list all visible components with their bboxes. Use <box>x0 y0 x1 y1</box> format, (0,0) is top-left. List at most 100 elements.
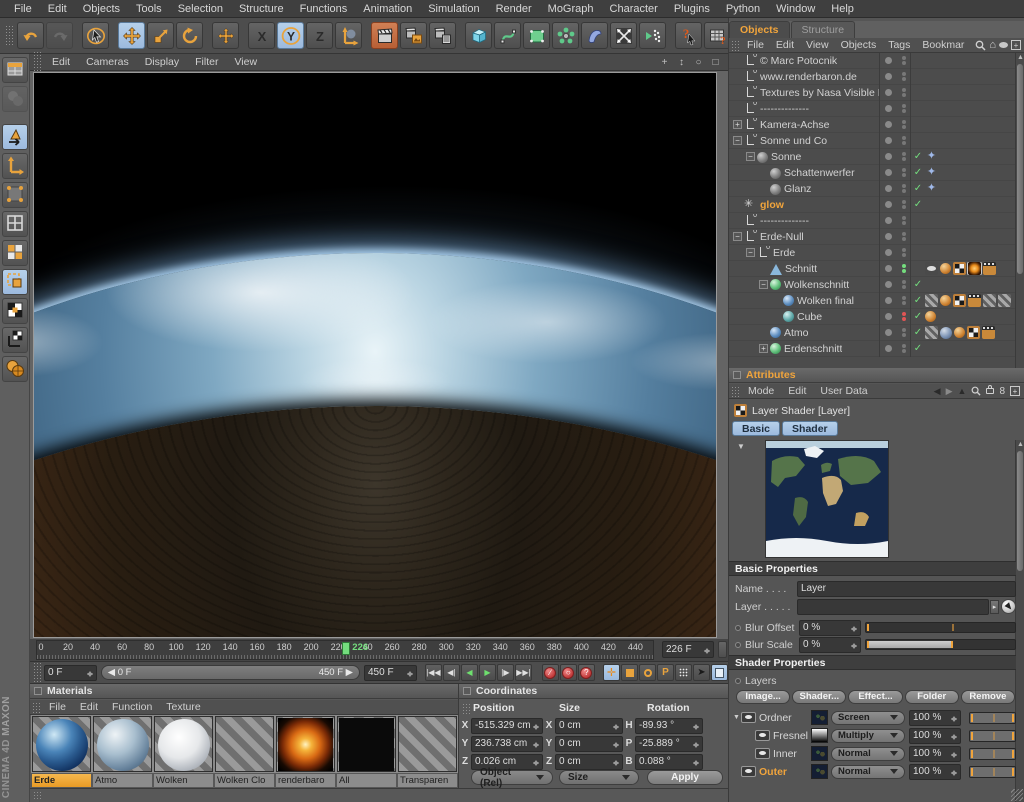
add-spline-button[interactable] <box>494 22 521 49</box>
menu-objects[interactable]: Objects <box>75 3 128 15</box>
material-wolken-clo[interactable]: Wolken Clo <box>215 716 274 787</box>
add-emitter-button[interactable] <box>610 22 637 49</box>
forward-icon[interactable]: ▶ <box>946 386 953 397</box>
materials-menu-function[interactable]: Function <box>105 701 159 713</box>
layer-expand-button[interactable]: ▸ <box>990 600 999 614</box>
remove-button[interactable]: Remove <box>961 690 1015 704</box>
edges-mode-button[interactable] <box>2 211 28 237</box>
layer-opacity-slider[interactable] <box>969 748 1016 760</box>
tree-row-textures-by-nasa-visible-eart[interactable]: Textures by Nasa Visible Eart <box>729 85 1024 101</box>
key-position-icon[interactable]: ✛ <box>603 664 620 681</box>
redo-button[interactable] <box>46 22 73 49</box>
enable-check-icon[interactable] <box>910 245 925 261</box>
name-field[interactable]: Layer <box>797 581 1016 597</box>
status-grip[interactable] <box>33 791 41 801</box>
move-tool-button[interactable] <box>118 22 145 49</box>
key-parameter-icon[interactable]: P <box>657 664 674 681</box>
material-atmo[interactable]: Atmo <box>93 716 152 787</box>
material-wolken[interactable]: Wolken <box>154 716 213 787</box>
tree-row-wolkenschnitt[interactable]: −Wolkenschnitt✓ <box>729 277 1024 293</box>
enable-check-icon[interactable] <box>910 213 925 229</box>
render-view-button[interactable] <box>371 22 398 49</box>
menu-structure[interactable]: Structure <box>231 3 292 15</box>
visibility-dots-icon[interactable] <box>897 165 910 181</box>
material-renderbaro[interactable]: renderbaro <box>276 716 335 787</box>
attributes-menu-edit[interactable]: Edit <box>781 385 813 397</box>
size-z-field[interactable]: 0 cm <box>555 754 623 770</box>
tree-row-glanz[interactable]: Glanz✓✦ <box>729 181 1024 197</box>
timeline-grip[interactable] <box>33 662 41 684</box>
layer-dot-icon[interactable] <box>879 229 897 245</box>
add-cube-button[interactable] <box>465 22 492 49</box>
add-panel-icon[interactable]: + <box>1011 40 1021 50</box>
visibility-dots-icon[interactable] <box>897 325 910 341</box>
eye-tag-icon[interactable] <box>925 262 938 275</box>
axis-z-button[interactable]: Z <box>306 22 333 49</box>
tree-row--[interactable]: -------------- <box>729 101 1024 117</box>
layer-dot-icon[interactable] <box>879 69 897 85</box>
coord-system-button[interactable] <box>335 22 362 49</box>
layer-dot-icon[interactable] <box>879 277 897 293</box>
coord-size-dropdown[interactable]: Size <box>559 770 639 785</box>
layer-dot-icon[interactable] <box>879 133 897 149</box>
menu-animation[interactable]: Animation <box>355 3 420 15</box>
render-settings-button[interactable] <box>429 22 456 49</box>
object-axis-mode-button[interactable] <box>2 153 28 179</box>
tree-row-glow[interactable]: glow✓ <box>729 197 1024 213</box>
rotate-view-icon[interactable]: ○ <box>692 57 705 68</box>
key-toggle-icon[interactable] <box>735 642 741 648</box>
visibility-dots-icon[interactable] <box>897 293 910 309</box>
visibility-dots-icon[interactable] <box>897 53 910 69</box>
size-y-field[interactable]: 0 cm <box>555 736 623 752</box>
make-editable-button[interactable] <box>2 57 28 83</box>
visibility-dots-icon[interactable] <box>897 149 910 165</box>
expand-toggle-icon[interactable]: − <box>759 280 768 289</box>
enable-check-icon[interactable] <box>910 261 925 277</box>
next-key-icon[interactable]: |▶ <box>497 664 514 681</box>
up-icon[interactable]: ▲ <box>958 386 967 396</box>
checker-tag-icon[interactable] <box>967 326 980 339</box>
tree-row-schattenwerfer[interactable]: Schattenwerfer✓✦ <box>729 165 1024 181</box>
layer-dot-icon[interactable] <box>879 53 897 69</box>
add-panel-icon[interactable]: + <box>1010 386 1020 396</box>
layer-opacity-field[interactable]: 100 % <box>909 746 961 762</box>
goto-end-icon[interactable]: ▶▶| <box>515 664 532 681</box>
enable-check-icon[interactable] <box>910 133 925 149</box>
layer-dot-icon[interactable] <box>879 213 897 229</box>
attr-tab-shader[interactable]: Shader <box>782 421 838 436</box>
visibility-dots-icon[interactable] <box>897 261 910 277</box>
blur-offset-slider[interactable] <box>865 622 1016 633</box>
layer-opacity-field[interactable]: 100 % <box>909 764 961 780</box>
toolbar-grip[interactable] <box>5 25 13 47</box>
resize-grip[interactable] <box>1011 789 1023 801</box>
size-x-field[interactable]: 0 cm <box>555 718 623 734</box>
enable-check-icon[interactable] <box>910 53 925 69</box>
panel-icon[interactable] <box>463 687 471 695</box>
axis-y-button[interactable]: Y <box>277 22 304 49</box>
layer-dot-icon[interactable] <box>879 117 897 133</box>
visibility-dots-icon[interactable] <box>897 309 910 325</box>
blend-mode-dropdown[interactable]: Normal <box>831 747 905 761</box>
expand-toggle-icon[interactable]: − <box>746 248 755 257</box>
play-forward-icon[interactable]: ▶ <box>479 664 496 681</box>
enable-check-icon[interactable]: ✓ <box>910 309 925 325</box>
record-keyframe-icon[interactable]: ∕ <box>542 664 559 681</box>
help-button[interactable]: ? <box>675 22 702 49</box>
viewport-menu-display[interactable]: Display <box>137 56 187 68</box>
viewport-menu-grip[interactable] <box>33 51 41 73</box>
collapse-arrow-icon[interactable]: ▼ <box>737 442 745 451</box>
stripe-tag-icon[interactable] <box>925 326 938 339</box>
checker-tag-icon[interactable] <box>953 294 966 307</box>
layer-thumbnail[interactable] <box>811 728 828 743</box>
target-tag-icon[interactable]: ✦ <box>925 150 938 163</box>
layer-opacity-slider[interactable] <box>969 766 1016 778</box>
layer-thumbnail[interactable] <box>811 710 828 725</box>
menu-simulation[interactable]: Simulation <box>420 3 487 15</box>
tree-scrollbar[interactable]: ▲ ▼ <box>1015 53 1024 379</box>
enable-check-icon[interactable]: ✓ <box>910 341 925 357</box>
add-hypernurbs-button[interactable] <box>523 22 550 49</box>
visibility-dots-icon[interactable] <box>897 69 910 85</box>
menu-plugins[interactable]: Plugins <box>666 3 718 15</box>
layer-dot-icon[interactable] <box>879 165 897 181</box>
home-icon[interactable]: ⌂ <box>989 39 996 51</box>
